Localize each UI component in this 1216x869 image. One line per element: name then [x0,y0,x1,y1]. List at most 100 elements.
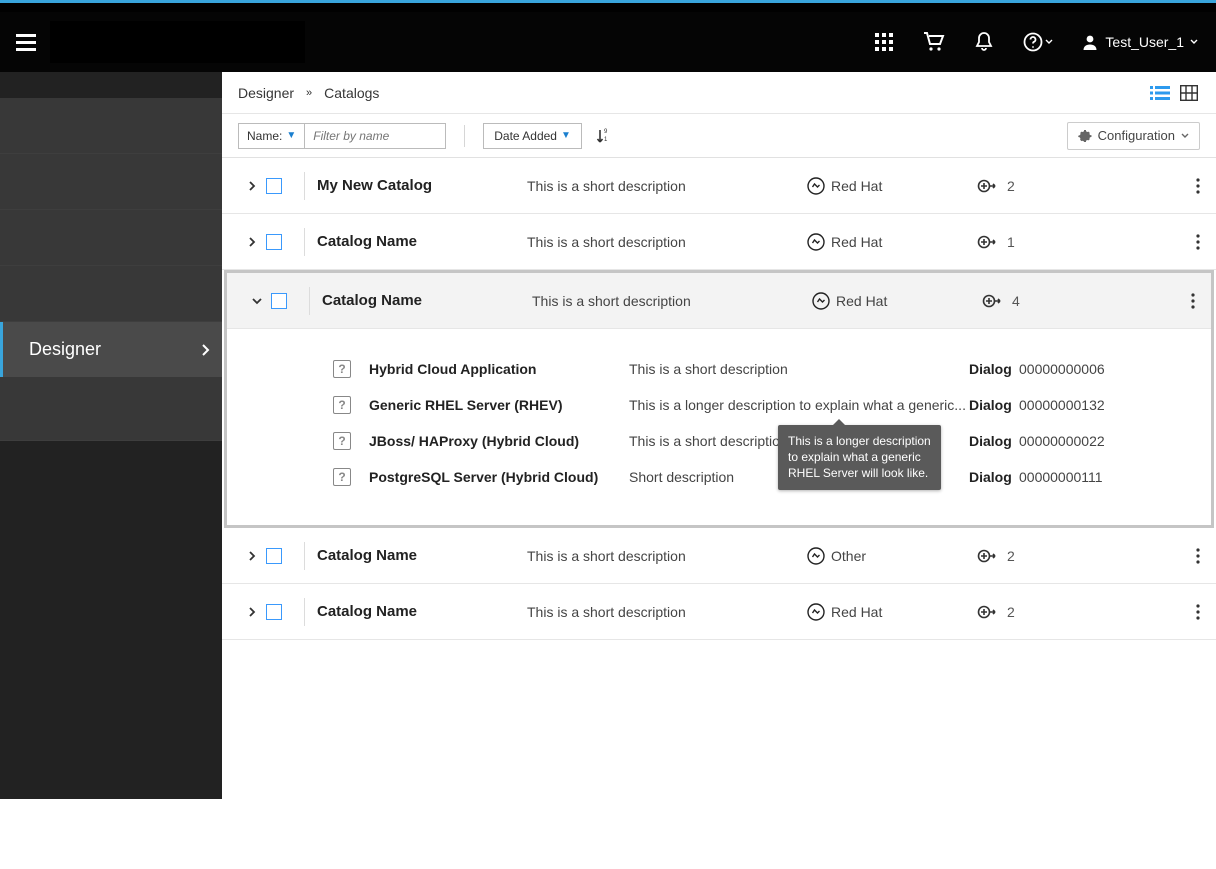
filter-input[interactable] [305,124,445,148]
catalog-name: Catalog Name [317,233,527,250]
header-icons: Test_User_1 [873,31,1198,53]
apps-icon[interactable] [873,31,895,53]
collapse-toggle-icon[interactable] [247,296,267,306]
sub-item-dialog-value: 00000000111 [1019,469,1103,485]
catalog-description: This is a short description [532,293,812,309]
expanded-catalog-container: Catalog Name This is a short description… [224,270,1214,528]
catalog-description: This is a short description [527,234,807,250]
sub-item-dialog-label: Dialog [969,397,1019,413]
sidebar-item-designer[interactable]: Designer [0,322,222,377]
catalog-row[interactable]: Catalog Name This is a short description… [222,214,1216,270]
kebab-icon[interactable] [1190,234,1206,250]
catalog-vendor: Red Hat [807,603,977,621]
user-icon [1081,33,1099,51]
catalog-sub-item[interactable]: ? Hybrid Cloud Application This is a sho… [227,351,1201,387]
row-checkbox[interactable] [266,548,282,564]
sidebar-item[interactable] [0,377,222,441]
sidebar-item[interactable] [0,98,222,154]
sidebar-item[interactable] [0,154,222,210]
sub-item-name: PostgreSQL Server (Hybrid Cloud) [369,469,629,485]
sub-item-description: This is a longer description to explain … [629,397,969,413]
unknown-type-icon: ? [333,396,351,414]
app-header: Test_User_1 [0,12,1216,72]
chevron-right-icon [200,343,210,357]
kebab-icon[interactable] [1190,548,1206,564]
catalog-count: 4 [982,293,1062,309]
sub-item-dialog-label: Dialog [969,361,1019,377]
configuration-button[interactable]: Configuration [1067,122,1200,150]
divider [304,598,305,626]
hamburger-icon[interactable] [12,30,40,55]
sort-dropdown[interactable]: Date Added ▼ [483,123,582,149]
catalog-vendor: Red Hat [807,233,977,251]
divider [304,172,305,200]
catalog-count: 2 [977,604,1057,620]
breadcrumb-root[interactable]: Designer [238,85,294,101]
expand-toggle-icon[interactable] [242,550,262,562]
list-view-icon[interactable] [1150,85,1170,101]
sidebar-item[interactable] [0,266,222,322]
bell-icon[interactable] [973,31,995,53]
catalog-description: This is a short description [527,548,807,564]
svg-text:9: 9 [604,129,608,135]
row-checkbox[interactable] [266,604,282,620]
catalog-sub-item[interactable]: ? JBoss/ HAProxy (Hybrid Cloud) This is … [227,423,1201,459]
sub-item-dialog-value: 00000000006 [1019,361,1105,377]
chevron-down-icon [1181,132,1189,140]
cart-icon[interactable] [923,31,945,53]
row-checkbox[interactable] [266,178,282,194]
vendor-icon [807,547,825,565]
sub-item-name: Hybrid Cloud Application [369,361,629,377]
sidebar-item[interactable] [0,210,222,266]
sub-item-name: JBoss/ HAProxy (Hybrid Cloud) [369,433,629,449]
row-checkbox[interactable] [266,234,282,250]
grid-view-icon[interactable] [1180,85,1200,101]
catalog-count: 2 [977,548,1057,564]
sort-direction-icon[interactable]: 91 [592,127,616,145]
row-checkbox[interactable] [271,293,287,309]
gear-icon [1078,129,1092,143]
catalog-row[interactable]: Catalog Name This is a short description… [222,584,1216,640]
vendor-icon [807,177,825,195]
expand-toggle-icon[interactable] [242,236,262,248]
kebab-icon[interactable] [1190,604,1206,620]
black-band [0,3,1216,12]
catalog-name: Catalog Name [317,547,527,564]
catalog-description: This is a short description [527,178,807,194]
catalog-name: My New Catalog [317,177,527,194]
catalog-row[interactable]: Catalog Name This is a short description… [222,528,1216,584]
catalog-sub-item[interactable]: ? PostgreSQL Server (Hybrid Cloud) Short… [227,459,1201,495]
catalog-list: My New Catalog This is a short descripti… [222,158,1216,640]
catalog-row[interactable]: Catalog Name This is a short description… [227,273,1211,329]
sub-item-dialog-value: 00000000022 [1019,433,1105,449]
catalog-count-icon [977,548,997,564]
catalog-description: This is a short description [527,604,807,620]
chevron-down-icon [1190,38,1198,46]
sub-item-dialog-value: 00000000132 [1019,397,1105,413]
breadcrumb-current: Catalogs [324,85,379,101]
kebab-icon[interactable] [1190,178,1206,194]
sidebar-item-label: Designer [29,339,101,360]
name-filter: Name: ▼ [238,123,446,149]
vendor-icon [807,233,825,251]
svg-text:1: 1 [604,137,608,143]
catalog-sub-item[interactable]: ? Generic RHEL Server (RHEV) This is a l… [227,387,1201,423]
kebab-icon[interactable] [1185,293,1201,309]
expand-toggle-icon[interactable] [242,180,262,192]
catalog-name: Catalog Name [322,292,532,309]
breadcrumb: Designer » Catalogs [222,72,1216,114]
filter-type-dropdown[interactable]: Name: ▼ [239,124,305,148]
catalog-count-icon [977,604,997,620]
catalog-row[interactable]: My New Catalog This is a short descripti… [222,158,1216,214]
expand-toggle-icon[interactable] [242,606,262,618]
toolbar: Name: ▼ Date Added ▼ 91 Configuration [222,114,1216,158]
unknown-type-icon: ? [333,432,351,450]
user-label: Test_User_1 [1105,34,1184,50]
catalog-vendor: Red Hat [807,177,977,195]
help-icon[interactable] [1023,31,1053,53]
catalog-count-icon [977,178,997,194]
divider [304,228,305,256]
user-menu[interactable]: Test_User_1 [1081,33,1198,51]
breadcrumb-separator: » [306,87,312,99]
catalog-sub-items: ? Hybrid Cloud Application This is a sho… [227,329,1211,525]
